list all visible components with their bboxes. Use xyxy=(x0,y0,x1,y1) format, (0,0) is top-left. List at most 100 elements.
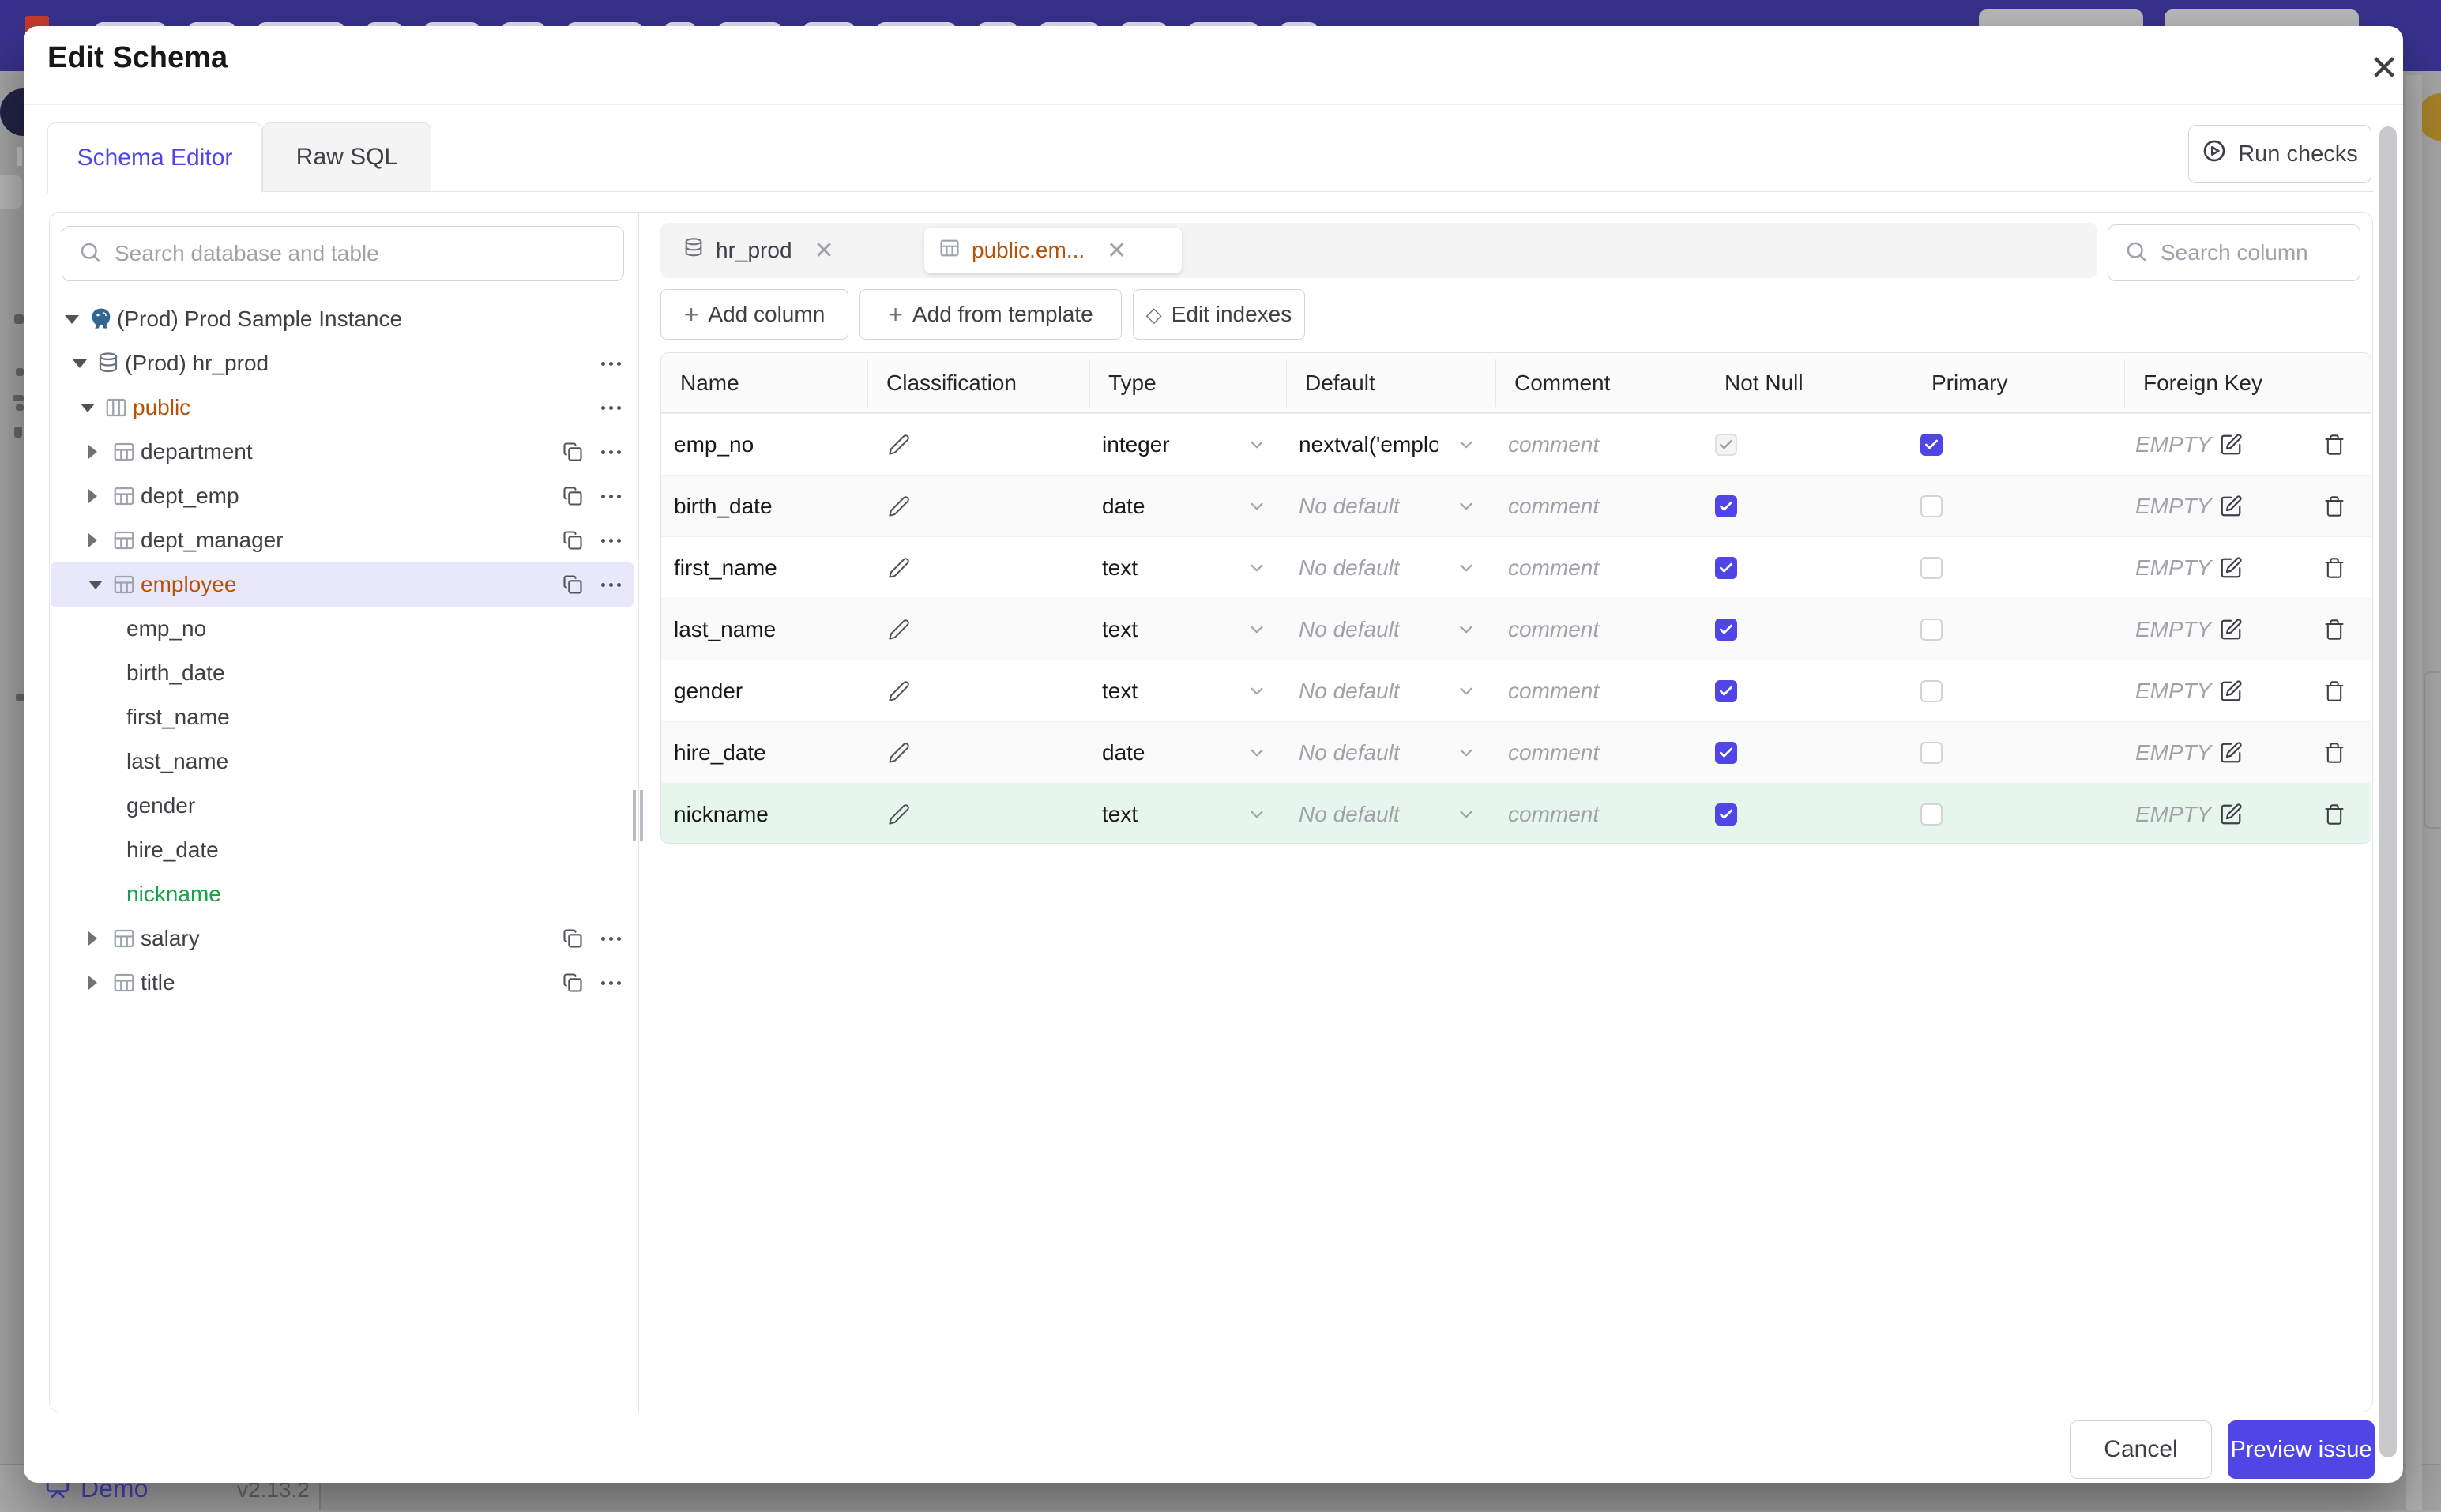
caret-right-icon[interactable] xyxy=(88,445,112,459)
primary-checkbox[interactable] xyxy=(1920,619,1943,641)
database-search[interactable] xyxy=(62,226,624,281)
edit-square-icon[interactable] xyxy=(2219,679,2243,703)
tree-column-last_name[interactable]: last_name xyxy=(51,739,634,784)
more-options-icon[interactable] xyxy=(601,980,621,985)
editor-tab-hr-prod[interactable]: hr_prod ✕ xyxy=(668,228,918,273)
column-search-input[interactable] xyxy=(2159,239,2344,266)
caret-right-icon[interactable] xyxy=(88,931,112,946)
default-select[interactable]: No default xyxy=(1286,722,1495,784)
copy-icon[interactable] xyxy=(562,972,584,994)
edit-square-icon[interactable] xyxy=(2219,618,2243,641)
trash-icon[interactable] xyxy=(2323,557,2345,579)
type-select[interactable]: integer xyxy=(1089,414,1286,476)
chevron-down-icon[interactable] xyxy=(1247,804,1267,825)
tree-column-nickname[interactable]: nickname xyxy=(51,872,634,916)
pencil-icon[interactable] xyxy=(888,742,910,764)
pencil-icon[interactable] xyxy=(888,680,910,702)
default-select[interactable]: No default xyxy=(1286,476,1495,537)
caret-right-icon[interactable] xyxy=(88,533,112,547)
panel-resize-handle[interactable] xyxy=(633,790,643,841)
more-options-icon[interactable] xyxy=(601,405,621,410)
caret-right-icon[interactable] xyxy=(88,489,112,503)
edit-square-icon[interactable] xyxy=(2219,556,2243,580)
comment-input[interactable]: comment xyxy=(1495,599,1706,660)
cancel-button[interactable]: Cancel xyxy=(2070,1420,2212,1479)
comment-input[interactable]: comment xyxy=(1495,784,1706,843)
tree-column-first_name[interactable]: first_name xyxy=(51,695,634,739)
comment-input[interactable]: comment xyxy=(1495,414,1706,476)
default-select[interactable]: No default xyxy=(1286,784,1495,843)
comment-input[interactable]: comment xyxy=(1495,476,1706,537)
pencil-icon[interactable] xyxy=(888,803,910,826)
foreign-key-edit[interactable]: EMPTY xyxy=(2135,494,2243,519)
primary-checkbox[interactable] xyxy=(1920,557,1943,579)
column-name-cell[interactable]: emp_no xyxy=(661,414,867,476)
tree-item-title[interactable]: title xyxy=(51,961,634,1005)
foreign-key-edit[interactable]: EMPTY xyxy=(2135,740,2243,765)
run-checks-button[interactable]: Run checks xyxy=(2188,125,2371,183)
foreign-key-edit[interactable]: EMPTY xyxy=(2135,432,2243,457)
chevron-down-icon[interactable] xyxy=(1247,496,1267,517)
edit-square-icon[interactable] xyxy=(2219,495,2243,518)
trash-icon[interactable] xyxy=(2323,680,2345,702)
not-null-checkbox[interactable] xyxy=(1715,434,1737,456)
comment-input[interactable]: comment xyxy=(1495,537,1706,599)
primary-checkbox[interactable] xyxy=(1920,434,1943,456)
comment-input[interactable]: comment xyxy=(1495,722,1706,784)
default-select[interactable]: No default xyxy=(1286,537,1495,599)
type-select[interactable]: text xyxy=(1089,660,1286,722)
pencil-icon[interactable] xyxy=(888,495,910,517)
default-select[interactable]: No default xyxy=(1286,599,1495,660)
tree-column-emp_no[interactable]: emp_no xyxy=(51,607,634,651)
tree-item-employee[interactable]: employee xyxy=(51,562,634,607)
tree-item--prod-prod-sample-instance[interactable]: (Prod) Prod Sample Instance xyxy=(51,297,634,341)
modal-scrollbar-thumb[interactable] xyxy=(2379,126,2397,1457)
chevron-down-icon[interactable] xyxy=(1456,743,1476,763)
primary-checkbox[interactable] xyxy=(1920,742,1943,764)
more-options-icon[interactable] xyxy=(601,538,621,543)
caret-down-icon[interactable] xyxy=(73,359,96,368)
column-name-cell[interactable]: hire_date xyxy=(661,722,867,784)
default-select[interactable]: No default xyxy=(1286,660,1495,722)
type-select[interactable]: date xyxy=(1089,476,1286,537)
chevron-down-icon[interactable] xyxy=(1247,619,1267,640)
tree-item-dept_emp[interactable]: dept_emp xyxy=(51,474,634,518)
chevron-down-icon[interactable] xyxy=(1247,743,1267,763)
caret-down-icon[interactable] xyxy=(65,314,88,324)
more-options-icon[interactable] xyxy=(601,361,621,366)
pencil-icon[interactable] xyxy=(888,434,910,456)
tab-schema-editor[interactable]: Schema Editor xyxy=(47,122,262,193)
not-null-checkbox[interactable] xyxy=(1715,495,1737,517)
tree-column-birth_date[interactable]: birth_date xyxy=(51,651,634,695)
trash-icon[interactable] xyxy=(2323,434,2345,456)
copy-icon[interactable] xyxy=(562,574,584,596)
comment-input[interactable]: comment xyxy=(1495,660,1706,722)
foreign-key-edit[interactable]: EMPTY xyxy=(2135,679,2243,704)
tree-item-department[interactable]: department xyxy=(51,430,634,474)
add-from-template-button[interactable]: + Add from template xyxy=(859,289,1122,340)
tree-item-salary[interactable]: salary xyxy=(51,916,634,961)
foreign-key-edit[interactable]: EMPTY xyxy=(2135,617,2243,642)
trash-icon[interactable] xyxy=(2323,803,2345,826)
chevron-down-icon[interactable] xyxy=(1247,434,1267,455)
trash-icon[interactable] xyxy=(2323,495,2345,517)
more-options-icon[interactable] xyxy=(601,449,621,454)
trash-icon[interactable] xyxy=(2323,619,2345,641)
not-null-checkbox[interactable] xyxy=(1715,803,1737,826)
tree-item--prod-hr_prod[interactable]: (Prod) hr_prod xyxy=(51,341,634,386)
caret-down-icon[interactable] xyxy=(81,403,104,412)
foreign-key-edit[interactable]: EMPTY xyxy=(2135,555,2243,581)
pencil-icon[interactable] xyxy=(888,619,910,641)
pencil-icon[interactable] xyxy=(888,557,910,579)
not-null-checkbox[interactable] xyxy=(1715,619,1737,641)
chevron-down-icon[interactable] xyxy=(1456,681,1476,701)
editor-tab-public-employee[interactable]: public.em... ✕ xyxy=(924,228,1182,273)
more-options-icon[interactable] xyxy=(601,936,621,941)
tab-raw-sql[interactable]: Raw SQL xyxy=(262,122,431,192)
chevron-down-icon[interactable] xyxy=(1247,681,1267,701)
column-name-cell[interactable]: nickname xyxy=(661,784,867,843)
type-select[interactable]: text xyxy=(1089,537,1286,599)
chevron-down-icon[interactable] xyxy=(1456,558,1476,578)
foreign-key-edit[interactable]: EMPTY xyxy=(2135,802,2243,827)
copy-icon[interactable] xyxy=(562,927,584,950)
